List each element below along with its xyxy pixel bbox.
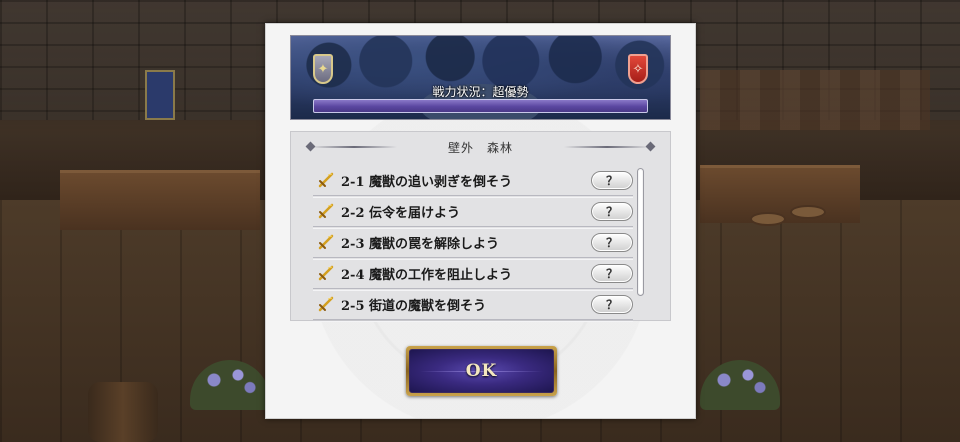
quest-item[interactable]: 2-1 魔獣の追い剥ぎを倒そう ？: [313, 165, 633, 198]
area-title: 壁外 森林: [447, 140, 513, 155]
ornament-icon: [645, 141, 656, 152]
sword-icon: [318, 296, 334, 312]
divider: [564, 146, 650, 148]
quest-dialog: ✦ ✧ 戦力状況：超優勢 壁外 森林 2-1 魔獣の追い剥ぎを倒そう ？ 2-2…: [265, 23, 696, 419]
quest-info-button[interactable]: ？: [591, 233, 633, 252]
sword-icon: [318, 265, 334, 281]
ok-button-face: OK: [409, 349, 554, 393]
wall-banner: [145, 70, 175, 120]
quest-item[interactable]: 2-3 魔獣の罠を解除しよう ？: [313, 227, 633, 260]
sword-icon: [318, 234, 334, 250]
battle-power-bar: [313, 99, 648, 113]
sword-icon: [318, 172, 334, 188]
quest-item[interactable]: 2-5 街道の魔獣を倒そう ？: [313, 289, 633, 322]
ok-button-label: OK: [465, 361, 498, 381]
quest-label: 2-4 魔獣の工作を阻止しよう: [341, 267, 513, 283]
quest-label: 2-3 魔獣の罠を解除しよう: [341, 236, 500, 252]
quest-info-button[interactable]: ？: [591, 171, 633, 190]
ornament-icon: [305, 141, 316, 152]
quest-info-button[interactable]: ？: [591, 264, 633, 283]
quest-info-button[interactable]: ？: [591, 295, 633, 314]
scrollbar[interactable]: [637, 168, 644, 296]
ally-emblem-icon: ✦: [313, 54, 333, 84]
quest-info-button[interactable]: ？: [591, 202, 633, 221]
quest-item[interactable]: 2-4 魔獣の工作を阻止しよう ？: [313, 258, 633, 291]
quest-list: 2-1 魔獣の追い剥ぎを倒そう ？ 2-2 伝令を届けよう ？ 2-3 魔獣の罠…: [313, 165, 633, 322]
ok-button[interactable]: OK: [406, 346, 557, 396]
quest-list-panel: 壁外 森林 2-1 魔獣の追い剥ぎを倒そう ？ 2-2 伝令を届けよう ？ 2-…: [290, 131, 671, 322]
counter-left: [60, 170, 260, 230]
stool: [750, 212, 786, 226]
stool: [790, 205, 826, 219]
quest-item[interactable]: 2-2 伝令を届けよう ？: [313, 196, 633, 229]
quest-label: 2-2 伝令を届けよう: [341, 205, 461, 221]
divider: [311, 146, 397, 148]
battle-status-banner: ✦ ✧ 戦力状況：超優勢: [290, 35, 671, 120]
scrollbar-thumb[interactable]: [639, 170, 642, 294]
sword-icon: [318, 203, 334, 219]
battle-status-text: 戦力状況：超優勢: [432, 85, 529, 99]
shelf: [700, 70, 930, 130]
quest-label: 2-5 街道の魔獣を倒そう: [341, 298, 487, 314]
quest-label: 2-1 魔獣の追い剥ぎを倒そう: [341, 174, 513, 190]
enemy-emblem-icon: ✧: [628, 54, 648, 84]
barrel: [88, 382, 158, 442]
area-header: 壁外 森林: [291, 138, 670, 156]
